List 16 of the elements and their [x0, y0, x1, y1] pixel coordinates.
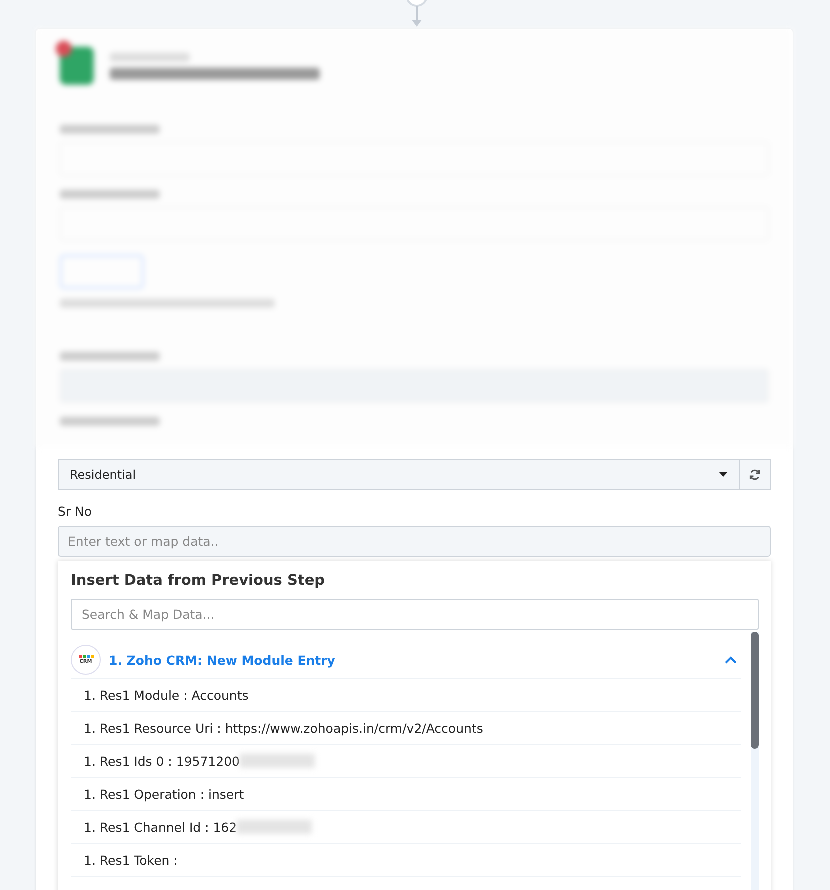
data-item[interactable]: 1. Res1 Resource Uri : https://www.zohoapis.in/crm/v2/Accounts: [84, 720, 484, 736]
refresh-button[interactable]: [740, 459, 771, 490]
panel-title: Insert Data from Previous Step: [71, 573, 326, 589]
data-item[interactable]: 1. Res1 Channel Id : 162: [84, 820, 238, 834]
data-item[interactable]: 1. Res1 Ids 0 : 19571200: [84, 754, 240, 768]
sheet-select[interactable]: Residential: [58, 459, 740, 490]
field-label: Sr No: [58, 504, 94, 519]
refresh-icon: [749, 468, 761, 480]
scrollbar[interactable]: [751, 632, 759, 890]
caret-icon: [719, 472, 728, 477]
chevron-icon: [725, 656, 737, 664]
input-field[interactable]: Enter text or map data..: [58, 526, 771, 557]
data-item[interactable]: 1. Res1 Token :: [84, 852, 178, 868]
data-item[interactable]: 1. Res1 Module : Accounts: [84, 688, 249, 702]
search-field[interactable]: Search & Map Data...: [71, 599, 759, 630]
data-item[interactable]: 1. Res1 Operation : insert: [84, 786, 244, 802]
